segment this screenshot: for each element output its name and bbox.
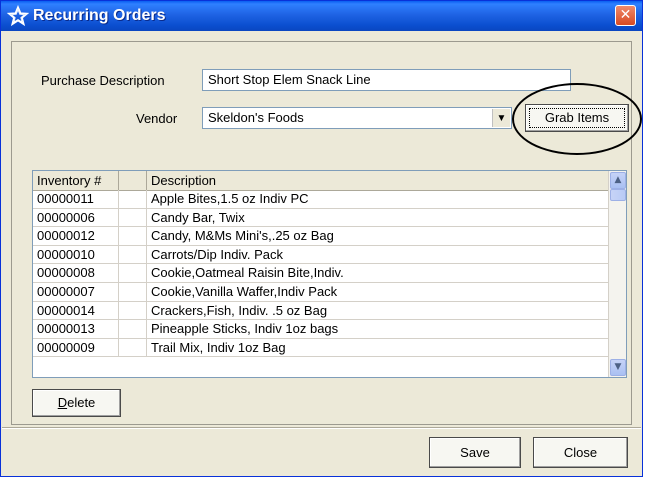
- inventory-cell: 00000006: [33, 208, 119, 227]
- window-title: Recurring Orders: [33, 7, 166, 24]
- flag-cell: [119, 320, 147, 338]
- star-outline-icon: [6, 4, 30, 27]
- table-row[interactable]: 00000012 Candy, M&Ms Mini's,.25 oz Bag: [33, 227, 608, 246]
- chevron-down-icon[interactable]: ▼: [610, 359, 626, 376]
- flag-cell: [119, 208, 147, 227]
- save-button[interactable]: Save: [429, 437, 521, 468]
- footer-separator: [2, 427, 641, 429]
- inventory-cell: 00000011: [33, 190, 119, 208]
- inventory-cell: 00000012: [33, 227, 119, 245]
- grid-rows: 00000011 Apple Bites,1.5 oz Indiv PC 0000…: [33, 190, 608, 358]
- table-row[interactable]: 00000013 Pineapple Sticks, Indiv 1oz bags: [33, 320, 608, 339]
- flag-cell: [119, 190, 147, 208]
- table-row[interactable]: 00000009 Trail Mix, Indiv 1oz Bag: [33, 338, 608, 358]
- flag-cell: [119, 264, 147, 282]
- vertical-scrollbar[interactable]: ▲ ▼: [608, 171, 626, 377]
- vendor-combobox[interactable]: Skeldon's Foods ▼: [202, 107, 512, 129]
- description-cell: Cookie,Oatmeal Raisin Bite,Indiv.: [151, 265, 344, 281]
- table-row[interactable]: 00000007 Cookie,Vanilla Waffer,Indiv Pack: [33, 282, 608, 302]
- delete-mnemonic: D: [57, 395, 68, 410]
- inventory-cell: 00000007: [33, 282, 119, 301]
- vendor-label: Vendor: [136, 111, 178, 126]
- close-label: Close: [563, 445, 598, 460]
- purchase-description-label: Purchase Description: [41, 73, 165, 88]
- delete-button[interactable]: Delete: [32, 389, 121, 417]
- column-header-inventory[interactable]: Inventory #: [33, 171, 119, 190]
- recurring-orders-window: Recurring Orders ✕ Purchase Description …: [0, 0, 643, 477]
- chevron-up-icon[interactable]: ▲: [610, 172, 626, 189]
- table-row[interactable]: 00000010 Carrots/Dip Indiv. Pack: [33, 245, 608, 265]
- description-cell: Crackers,Fish, Indiv. .5 oz Bag: [151, 302, 328, 318]
- inventory-cell: 00000008: [33, 264, 119, 282]
- flag-cell: [119, 338, 147, 357]
- description-cell: Apple Bites,1.5 oz Indiv PC: [151, 191, 309, 206]
- description-cell: Trail Mix, Indiv 1oz Bag: [151, 339, 286, 355]
- flag-cell: [119, 301, 147, 320]
- close-button[interactable]: Close: [533, 437, 628, 468]
- description-cell: Carrots/Dip Indiv. Pack: [151, 246, 283, 262]
- table-row[interactable]: 00000006 Candy Bar, Twix: [33, 208, 608, 228]
- inventory-cell: 00000013: [33, 320, 119, 338]
- column-header-flag[interactable]: [119, 171, 147, 190]
- purchase-description-value: Short Stop Elem Snack Line: [208, 72, 371, 87]
- description-cell: Candy Bar, Twix: [151, 209, 245, 225]
- close-icon[interactable]: ✕: [615, 5, 636, 26]
- highlight-circle: [512, 83, 642, 155]
- delete-label: elete: [67, 395, 96, 410]
- title-bar[interactable]: Recurring Orders ✕: [1, 1, 642, 31]
- purchase-description-input[interactable]: Short Stop Elem Snack Line: [202, 69, 571, 91]
- flag-cell: [119, 245, 147, 264]
- description-cell: Cookie,Vanilla Waffer,Indiv Pack: [151, 283, 338, 299]
- flag-cell: [119, 227, 147, 245]
- table-row[interactable]: 00000008 Cookie,Oatmeal Raisin Bite,Indiv…: [33, 264, 608, 283]
- column-header-description[interactable]: Description: [147, 171, 609, 190]
- vendor-value: Skeldon's Foods: [208, 110, 304, 125]
- table-row[interactable]: 00000011 Apple Bites,1.5 oz Indiv PC: [33, 190, 608, 209]
- items-grid[interactable]: Inventory # Description 00000011 Apple Bi…: [32, 170, 627, 378]
- chevron-down-icon[interactable]: ▼: [492, 109, 510, 127]
- description-cell: Pineapple Sticks, Indiv 1oz bags: [151, 321, 339, 337]
- inventory-cell: 00000009: [33, 338, 119, 357]
- scroll-thumb[interactable]: [610, 189, 626, 201]
- inventory-cell: 00000010: [33, 245, 119, 264]
- table-row[interactable]: 00000014 Crackers,Fish, Indiv. .5 oz Bag: [33, 301, 608, 321]
- grid-header: Inventory # Description: [33, 171, 608, 191]
- inventory-cell: 00000014: [33, 301, 119, 320]
- save-label: Save: [460, 445, 490, 460]
- description-cell: Candy, M&Ms Mini's,.25 oz Bag: [151, 228, 334, 244]
- flag-cell: [119, 282, 147, 301]
